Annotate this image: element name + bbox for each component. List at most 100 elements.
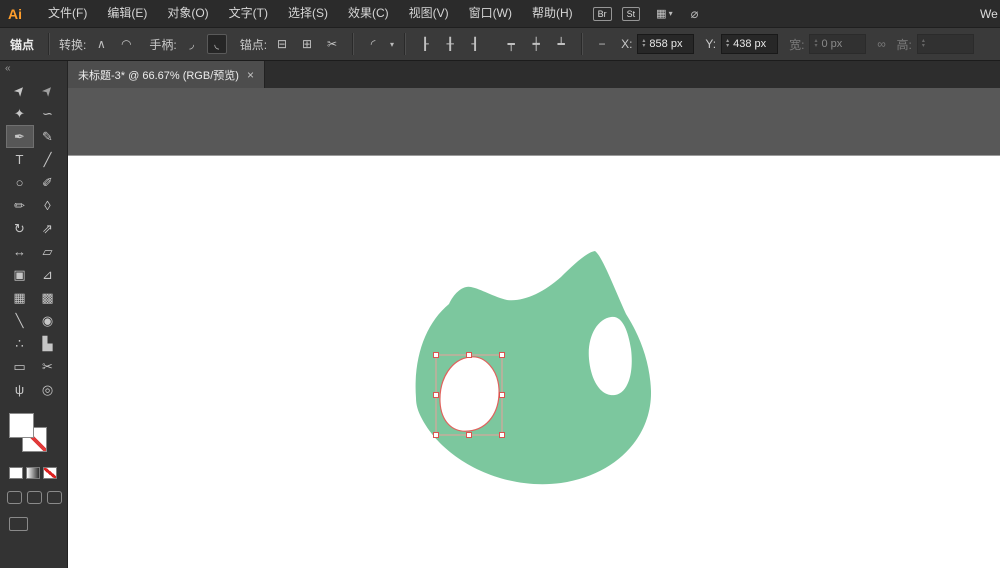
x-value[interactable]: 858 px xyxy=(649,38,689,50)
y-value[interactable]: 438 px xyxy=(733,38,773,50)
constrain-link-icon[interactable]: ∞ xyxy=(871,34,891,54)
selection-handle-s[interactable] xyxy=(466,432,472,438)
align-h-left-button[interactable]: ┠ xyxy=(415,34,435,54)
width-value[interactable]: 0 px xyxy=(821,38,861,50)
align-v-bottom-button[interactable]: ┷ xyxy=(551,34,571,54)
convert-smooth-button[interactable]: ◠ xyxy=(116,34,136,54)
stepper-icons: ▴ ▾ xyxy=(814,38,818,49)
symbol-sprayer-tool[interactable]: ∴ xyxy=(6,332,34,355)
gradient-tool[interactable]: ▩ xyxy=(34,286,62,309)
selection-handle-ne[interactable] xyxy=(499,352,505,358)
hide-handles-button[interactable]: ◞ xyxy=(182,34,202,54)
canvas[interactable] xyxy=(68,88,1000,568)
selection-tool[interactable]: ➤ xyxy=(6,79,34,102)
handles-label: 手柄: xyxy=(149,37,177,52)
selection-handle-se[interactable] xyxy=(499,432,505,438)
eraser-icon: ◊ xyxy=(44,198,51,213)
ellipse-tool[interactable]: ○ xyxy=(6,171,34,194)
fill-stroke-widget xyxy=(9,413,57,459)
document-tab[interactable]: 未标题-3* @ 66.67% (RGB/预览) × xyxy=(68,61,265,88)
workspace-name-cut[interactable]: We xyxy=(980,7,1000,21)
remove-anchor-button[interactable]: ⊟ xyxy=(272,34,292,54)
shape-builder-tool[interactable]: ▣ xyxy=(6,263,34,286)
draw-mode-row xyxy=(7,491,67,504)
add-anchor-button[interactable]: ⊞ xyxy=(297,34,317,54)
align-v-top-button[interactable]: ┯ xyxy=(501,34,521,54)
screen-mode-button[interactable] xyxy=(9,517,28,531)
curvature-icon: ✎ xyxy=(42,129,53,144)
x-field[interactable]: ▴ ▾ 858 px xyxy=(637,34,695,54)
gpu-performance-icon[interactable]: ⌀ xyxy=(691,6,699,22)
menu-window[interactable]: 窗口(W) xyxy=(459,0,522,27)
selection-handle-e[interactable] xyxy=(499,392,505,398)
align-h-right-button[interactable]: ┨ xyxy=(465,34,485,54)
tab-close-icon[interactable]: × xyxy=(247,68,254,82)
width-field[interactable]: ▴ ▾ 0 px xyxy=(809,34,867,54)
type-tool[interactable]: T xyxy=(6,148,34,171)
rotate-tool[interactable]: ↻ xyxy=(6,217,34,240)
workspace-caret-icon[interactable]: ▾ xyxy=(669,9,673,18)
convert-corner-button[interactable]: ∧ xyxy=(91,34,111,54)
selection-handle-sw[interactable] xyxy=(433,432,439,438)
y-field[interactable]: ▴ ▾ 438 px xyxy=(721,34,779,54)
menu-type[interactable]: 文字(T) xyxy=(219,0,278,27)
corner-widget-caret-icon[interactable]: ▾ xyxy=(390,40,394,49)
menu-select[interactable]: 选择(S) xyxy=(278,0,338,27)
align-v-middle-button[interactable]: ┿ xyxy=(526,34,546,54)
stepper-icons[interactable]: ▴ ▾ xyxy=(726,38,729,49)
type-icon: T xyxy=(15,152,24,167)
artboard-tool[interactable]: ▭ xyxy=(6,355,34,378)
menu-file[interactable]: 文件(F) xyxy=(38,0,97,27)
menu-object[interactable]: 对象(O) xyxy=(157,0,218,27)
menu-view[interactable]: 视图(V) xyxy=(399,0,459,27)
eyedropper-tool[interactable]: ╲ xyxy=(6,309,34,332)
draw-inside-button[interactable] xyxy=(47,491,62,504)
document-title: 未标题-3* @ 66.67% (RGB/预览) xyxy=(78,69,239,82)
direct-selection-tool[interactable]: ➤ xyxy=(34,79,62,102)
selection-handle-n[interactable] xyxy=(466,352,472,358)
menu-help[interactable]: 帮助(H) xyxy=(522,0,583,27)
lasso-tool[interactable]: ∽ xyxy=(34,102,62,125)
draw-normal-button[interactable] xyxy=(7,491,22,504)
gradient-button[interactable] xyxy=(26,467,40,479)
none-button[interactable] xyxy=(43,467,57,479)
menu-effect[interactable]: 效果(C) xyxy=(338,0,399,27)
curvature-tool[interactable]: ✎ xyxy=(34,125,62,148)
panel-collapse-icon[interactable]: « xyxy=(0,61,67,74)
color-button[interactable] xyxy=(9,467,23,479)
perspective-grid-tool[interactable]: ⊿ xyxy=(34,263,62,286)
mesh-tool[interactable]: ▦ xyxy=(6,286,34,309)
pen-tool[interactable]: ✒ xyxy=(5,125,34,148)
eraser-tool[interactable]: ◊ xyxy=(34,194,62,217)
column-graph-tool[interactable]: ▙ xyxy=(34,332,62,355)
cut-path-button[interactable]: ✂ xyxy=(322,34,342,54)
selection-handle-w[interactable] xyxy=(433,392,439,398)
line-tool[interactable]: ╱ xyxy=(34,148,62,171)
stepper-icons[interactable]: ▴ ▾ xyxy=(642,38,645,49)
slice-tool[interactable]: ✂ xyxy=(34,355,62,378)
height-field[interactable]: ▴ ▾ xyxy=(916,34,974,54)
selection-handle-nw[interactable] xyxy=(433,352,439,358)
fill-swatch[interactable] xyxy=(9,413,34,438)
bridge-button[interactable]: Br xyxy=(592,6,612,21)
mesh-icon: ▦ xyxy=(13,290,26,305)
draw-behind-button[interactable] xyxy=(27,491,42,504)
hand-tool[interactable]: ψ xyxy=(6,378,34,401)
free-transform-tool[interactable]: ▱ xyxy=(34,240,62,263)
stock-button[interactable]: St xyxy=(621,6,641,21)
scale-tool[interactable]: ⇗ xyxy=(34,217,62,240)
stroke-dash-icon[interactable]: − xyxy=(592,34,612,54)
shaper-tool[interactable]: ✏ xyxy=(6,194,34,217)
control-bar: 锚点 转换: ∧ ◠ 手柄: ◞ ◟ 锚点: ⊟ ⊞ ✂ ◜ ▾ ┠ ╂ ┨ ┯… xyxy=(0,27,1000,61)
zoom-tool[interactable]: ◎ xyxy=(34,378,62,401)
blend-tool[interactable]: ◉ xyxy=(34,309,62,332)
paintbrush-tool[interactable]: ✐ xyxy=(34,171,62,194)
workspace-switcher-icon[interactable]: ▦ xyxy=(656,7,666,20)
magic-wand-tool[interactable]: ✦ xyxy=(6,102,34,125)
corner-widget-button[interactable]: ◜ xyxy=(363,34,383,54)
align-h-center-button[interactable]: ╂ xyxy=(440,34,460,54)
menu-edit[interactable]: 编辑(E) xyxy=(97,0,157,27)
tools-panel: « ➤ ➤ ✦ ∽ ✒ ✎ T ╱ ○ ✐ ✏ ◊ ↻ ⇗ ↔ ▱ ▣ ⊿ ▦ … xyxy=(0,61,68,568)
width-tool[interactable]: ↔ xyxy=(6,240,34,263)
show-handles-button[interactable]: ◟ xyxy=(206,34,227,54)
